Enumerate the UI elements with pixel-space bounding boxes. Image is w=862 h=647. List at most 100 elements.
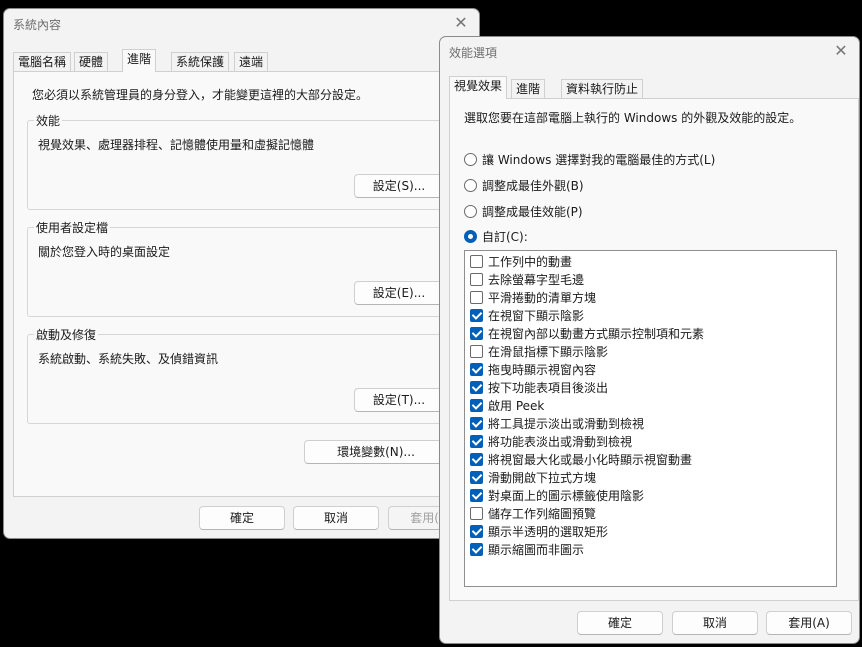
tab-advanced[interactable]: 進階 (511, 79, 546, 98)
checkbox[interactable] (470, 398, 483, 412)
group-title: 效能 (34, 112, 63, 129)
group-description: 視覺效果、處理器排程、記憶體使用量和虛擬記憶體 (38, 138, 315, 152)
tab-hardware[interactable]: 硬體 (74, 52, 109, 71)
group-description: 關於您登入時的桌面設定 (38, 245, 171, 259)
close-icon[interactable]: ✕ (449, 12, 473, 34)
radio-indicator (464, 229, 477, 243)
item-label: 將功能表淡出或滑動到檢視 (488, 434, 633, 449)
checkbox[interactable] (470, 488, 483, 502)
item-label: 將視窗最大化或最小化時顯示視窗動畫 (488, 452, 693, 467)
checkbox[interactable] (470, 542, 483, 556)
checkbox[interactable] (470, 254, 483, 268)
visual-effects-list[interactable]: 工作列中的動畫 去除螢幕字型毛邊 平滑捲動的清單方塊 在視窗下顯示陰影 在視窗內… (464, 250, 837, 587)
intro-text: 選取您要在這部電腦上執行的 Windows 的外觀及效能的設定。 (464, 111, 802, 125)
checkbox[interactable] (470, 434, 483, 448)
startup-settings-button[interactable]: 設定(T)... (354, 388, 444, 412)
list-item[interactable]: 顯示縮圖而非圖示 (470, 541, 584, 557)
environment-variables-button[interactable]: 環境變數(N)... (304, 440, 448, 464)
item-label: 在視窗下顯示陰影 (488, 308, 585, 323)
group-description: 系統啟動、系統失敗、及偵錯資訊 (38, 352, 219, 366)
checkbox[interactable] (470, 524, 483, 538)
radio-label: 自訂(C): (482, 229, 528, 244)
ok-button[interactable]: 確定 (577, 611, 663, 635)
tab-advanced[interactable]: 進階 (122, 49, 157, 72)
visual-effects-panel: 選取您要在這部電腦上執行的 Windows 的外觀及效能的設定。 讓 Windo… (449, 98, 859, 601)
radio-indicator (464, 204, 477, 218)
list-item[interactable]: 去除螢幕字型毛邊 (470, 271, 584, 287)
item-label: 在視窗內部以動畫方式顯示控制項和元素 (488, 326, 705, 341)
checkbox[interactable] (470, 326, 483, 340)
tab-data-execution-prevention[interactable]: 資料執行防止 (561, 79, 644, 98)
window-title: 效能選項 (449, 46, 498, 60)
item-label: 去除螢幕字型毛邊 (488, 272, 585, 287)
advanced-panel: 您必須以系統管理員的身分登入，才能變更這裡的大部分設定。 效能 視覺效果、處理器… (13, 71, 473, 497)
performance-settings-button[interactable]: 設定(S)... (354, 174, 444, 198)
cancel-button[interactable]: 取消 (672, 611, 758, 635)
title-bar[interactable]: 效能選項 ✕ (440, 37, 859, 67)
item-label: 儲存工作列縮圖預覽 (488, 506, 597, 521)
list-item[interactable]: 啟用 Peek (470, 397, 544, 413)
checkbox[interactable] (470, 344, 483, 358)
window-title: 系統內容 (13, 18, 62, 32)
checkbox[interactable] (470, 470, 483, 484)
list-item[interactable]: 對桌面上的圖示標籤使用陰影 (470, 487, 644, 503)
group-title: 使用者設定檔 (34, 219, 111, 236)
checkbox[interactable] (470, 290, 483, 304)
checkbox[interactable] (470, 452, 483, 466)
item-label: 滑動開啟下拉式方塊 (488, 470, 597, 485)
radio-label: 讓 Windows 選擇對我的電腦最佳的方式(L) (482, 152, 716, 167)
radio-label: 調整成最佳外觀(B) (482, 178, 584, 193)
radio-indicator (464, 152, 477, 166)
checkbox[interactable] (470, 380, 483, 394)
list-item[interactable]: 將工具提示淡出或滑動到檢視 (470, 415, 644, 431)
item-label: 拖曳時顯示視窗內容 (488, 362, 597, 377)
list-item[interactable]: 工作列中的動畫 (470, 253, 572, 269)
tab-system-protection[interactable]: 系統保護 (171, 52, 230, 71)
list-item[interactable]: 拖曳時顯示視窗內容 (470, 361, 596, 377)
item-label: 平滑捲動的清單方塊 (488, 290, 597, 305)
tab-remote[interactable]: 遠端 (234, 52, 269, 71)
list-item[interactable]: 將視窗最大化或最小化時顯示視窗動畫 (470, 451, 692, 467)
radio-let-windows-choose[interactable]: 讓 Windows 選擇對我的電腦最佳的方式(L) (464, 150, 715, 168)
tab-computer-name[interactable]: 電腦名稱 (13, 52, 72, 71)
list-item[interactable]: 在滑鼠指標下顯示陰影 (470, 343, 608, 359)
apply-button[interactable]: 套用(A) (766, 611, 852, 635)
list-item[interactable]: 滑動開啟下拉式方塊 (470, 469, 596, 485)
radio-indicator (464, 178, 477, 192)
radio-label: 調整成最佳效能(P) (482, 204, 583, 219)
group-title: 啟動及修復 (34, 326, 99, 343)
profiles-settings-button[interactable]: 設定(E)... (354, 281, 444, 305)
tab-visual-effects[interactable]: 視覺效果 (449, 76, 508, 99)
checkbox[interactable] (470, 362, 483, 376)
list-item[interactable]: 平滑捲動的清單方塊 (470, 289, 596, 305)
checkbox[interactable] (470, 308, 483, 322)
close-icon[interactable]: ✕ (829, 40, 853, 62)
list-item[interactable]: 顯示半透明的選取矩形 (470, 523, 608, 539)
item-label: 工作列中的動畫 (488, 254, 573, 269)
radio-best-appearance[interactable]: 調整成最佳外觀(B) (464, 176, 584, 194)
item-label: 按下功能表項目後淡出 (488, 380, 609, 395)
radio-custom[interactable]: 自訂(C): (464, 227, 528, 245)
title-bar[interactable]: 系統內容 ✕ (4, 9, 479, 39)
admin-note: 您必須以系統管理員的身分登入，才能變更這裡的大部分設定。 (32, 88, 369, 102)
item-label: 顯示半透明的選取矩形 (488, 524, 609, 539)
list-item[interactable]: 在視窗下顯示陰影 (470, 307, 584, 323)
list-item[interactable]: 儲存工作列縮圖預覽 (470, 505, 596, 521)
checkbox[interactable] (470, 506, 483, 520)
ok-button[interactable]: 確定 (199, 506, 285, 530)
checkbox[interactable] (470, 416, 483, 430)
user-profiles-group: 使用者設定檔 關於您登入時的桌面設定 設定(E)... (27, 219, 467, 317)
list-item[interactable]: 按下功能表項目後淡出 (470, 379, 608, 395)
radio-best-performance[interactable]: 調整成最佳效能(P) (464, 202, 583, 220)
performance-options-window: 效能選項 ✕ 視覺效果 進階 資料執行防止 選取您要在這部電腦上執行的 Wind… (439, 36, 860, 644)
item-label: 顯示縮圖而非圖示 (488, 542, 585, 557)
performance-group: 效能 視覺效果、處理器排程、記憶體使用量和虛擬記憶體 設定(S)... (27, 112, 467, 210)
system-properties-window: 系統內容 ✕ 電腦名稱 硬體 進階 系統保護 遠端 您必須以系統管理員的身分登入… (3, 8, 480, 539)
item-label: 啟用 Peek (488, 398, 545, 413)
item-label: 在滑鼠指標下顯示陰影 (488, 344, 609, 359)
cancel-button[interactable]: 取消 (293, 506, 379, 530)
list-item[interactable]: 將功能表淡出或滑動到檢視 (470, 433, 632, 449)
item-label: 將工具提示淡出或滑動到檢視 (488, 416, 645, 431)
list-item[interactable]: 在視窗內部以動畫方式顯示控制項和元素 (470, 325, 704, 341)
checkbox[interactable] (470, 272, 483, 286)
